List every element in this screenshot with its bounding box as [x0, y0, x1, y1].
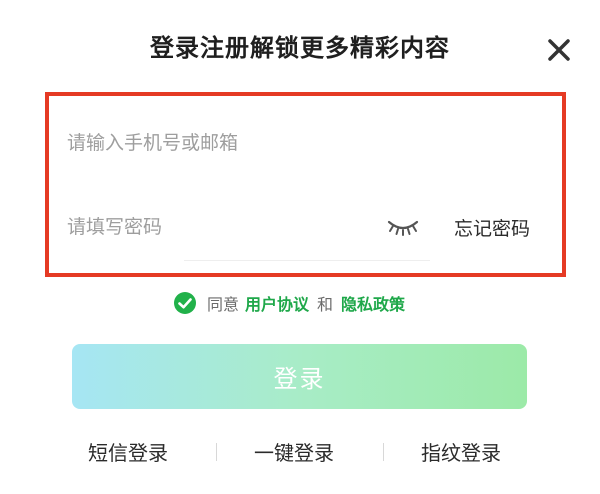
agreement-row: 同意 用户协议 和 隐私政策 [173, 290, 405, 316]
password-divider [184, 260, 430, 261]
forgot-password-link[interactable]: 忘记密码 [454, 214, 530, 241]
login-dialog: 登录注册解锁更多精彩内容 忘记密码 同意 用户协议 和 隐私政策 登录 短信登录 [0, 0, 600, 494]
one-click-login-link[interactable]: 一键登录 [254, 437, 334, 466]
eye-closed-icon[interactable] [386, 214, 420, 238]
divider [216, 443, 217, 461]
agree-conjunction: 和 [317, 295, 334, 314]
privacy-policy-link[interactable]: 隐私政策 [341, 291, 405, 315]
dialog-title: 登录注册解锁更多精彩内容 [150, 34, 450, 62]
close-icon[interactable] [541, 32, 577, 68]
alternative-login-row: 短信登录 一键登录 指纹登录 [0, 437, 600, 467]
sms-login-link[interactable]: 短信登录 [88, 437, 168, 466]
user-agreement-link[interactable]: 用户协议 [245, 291, 309, 315]
divider [383, 443, 384, 461]
agree-prefix: 同意 [207, 295, 240, 314]
password-input[interactable] [67, 208, 367, 246]
fingerprint-login-link[interactable]: 指纹登录 [421, 437, 501, 466]
check-circle-icon[interactable] [173, 291, 197, 315]
credentials-form: 忘记密码 [45, 92, 566, 277]
login-button[interactable]: 登录 [72, 344, 527, 409]
phone-email-input[interactable] [67, 124, 537, 162]
